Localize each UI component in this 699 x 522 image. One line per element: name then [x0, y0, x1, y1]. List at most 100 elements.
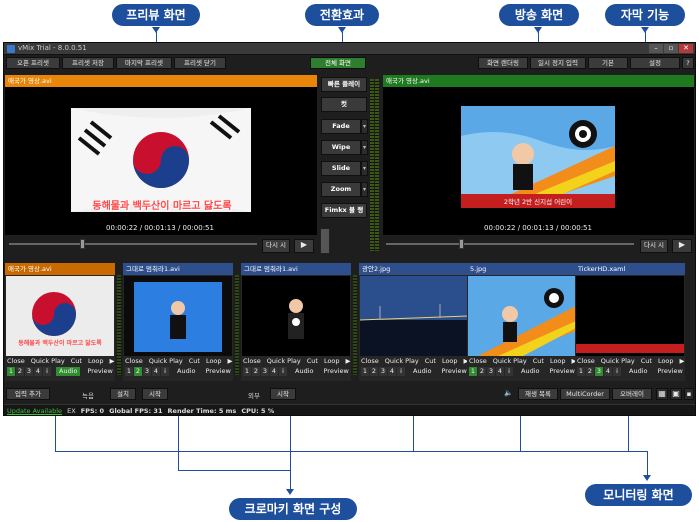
overlay-n4-button[interactable]: 4: [152, 367, 160, 376]
input-6[interactable]: TickerHD.xaml Close Quick Play Cut Loop ▶ 1 2 3…: [575, 263, 685, 381]
close-window-button[interactable]: ✕: [679, 44, 693, 53]
add-input-button[interactable]: 입력 추가: [6, 388, 50, 400]
volume-icon[interactable]: 🔈: [504, 389, 513, 397]
multicorder-button[interactable]: MultiCorder: [560, 388, 610, 400]
overlay-n4-button[interactable]: 4: [604, 367, 612, 376]
audio-button[interactable]: Audio: [292, 367, 316, 376]
quick-play-button[interactable]: Quick Play: [601, 357, 635, 365]
audio-button[interactable]: Audio: [626, 367, 650, 376]
preview-play-button[interactable]: ▶: [294, 239, 314, 253]
preview-seek-track[interactable]: [9, 243, 257, 245]
wipe-dropdown[interactable]: ▾: [361, 140, 368, 155]
cut-button[interactable]: Cut: [641, 357, 652, 365]
update-available-link[interactable]: Update Available: [7, 407, 62, 415]
save-preset-button[interactable]: 프리셋 저장: [62, 57, 114, 69]
input-4[interactable]: 광안2.jpg CloseQuick PlayCutLoop▶1234iAudi…: [359, 263, 469, 381]
overlay-n2-button[interactable]: 2: [370, 367, 378, 376]
overlay-i-button[interactable]: i: [161, 367, 169, 376]
input-2-thumbnail[interactable]: [124, 276, 232, 356]
overlay-n1-button[interactable]: 1: [577, 367, 585, 376]
overlay-n3-button[interactable]: 3: [379, 367, 387, 376]
record-start-button[interactable]: 시작: [142, 388, 168, 400]
overlay-n2-button[interactable]: 2: [16, 367, 24, 376]
record-settings-button[interactable]: 설치: [110, 388, 136, 400]
slide-button[interactable]: Slide: [321, 161, 361, 176]
overlay-n1-button[interactable]: 1: [243, 367, 251, 376]
cut-button[interactable]: Cut: [307, 357, 318, 365]
input-5-thumbnail[interactable]: [468, 276, 576, 356]
input-6-thumbnail[interactable]: [576, 276, 684, 356]
quick-play-button[interactable]: Quick Play: [493, 357, 527, 365]
cut-button[interactable]: Cut: [71, 357, 82, 365]
overlay-n2-button[interactable]: 2: [252, 367, 260, 376]
fullscreen-button[interactable]: 전체 화면: [310, 57, 366, 69]
preview-button[interactable]: Preview: [320, 367, 351, 376]
close-button[interactable]: Close: [125, 357, 143, 365]
overlay-n1-button[interactable]: 1: [361, 367, 369, 376]
overlay-n3-button[interactable]: 3: [487, 367, 495, 376]
slide-dropdown[interactable]: ▾: [361, 161, 368, 176]
overlay-i-button[interactable]: i: [613, 367, 621, 376]
loop-button[interactable]: Loop: [88, 357, 104, 365]
overlay-n1-button[interactable]: 1: [469, 367, 477, 376]
help-button[interactable]: ?: [682, 57, 694, 69]
overlay-i-button[interactable]: i: [43, 367, 51, 376]
output-seek-track[interactable]: [386, 243, 634, 245]
cut-button[interactable]: Cut: [425, 357, 436, 365]
audio-button[interactable]: Audio: [410, 367, 434, 376]
overlay-n3-button[interactable]: 3: [25, 367, 33, 376]
fade-to-black-button[interactable]: Fimkx 블 랭: [321, 203, 367, 218]
zoom-dropdown[interactable]: ▾: [361, 182, 368, 197]
preview-restart-button[interactable]: 다시 시: [262, 239, 290, 253]
overlay-n2-button[interactable]: 2: [478, 367, 486, 376]
loop-button[interactable]: Loop: [442, 357, 458, 365]
overlay-n4-button[interactable]: 4: [496, 367, 504, 376]
input-1-thumbnail[interactable]: 동해물과 백두산이 마르고 닳도록: [6, 276, 114, 356]
quick-play-button[interactable]: Quick Play: [267, 357, 301, 365]
overlay-n1-button[interactable]: 1: [7, 367, 15, 376]
input-4-thumbnail[interactable]: [360, 276, 468, 356]
input-3-thumbnail[interactable]: [242, 276, 350, 356]
external-start-button[interactable]: 시작: [270, 388, 296, 400]
preview-screen[interactable]: 동해물과 백두산이 마르고 닳도록 00:00:22 / 00:01:13 / …: [5, 87, 317, 235]
preview-button[interactable]: Preview: [202, 367, 233, 376]
layout-grid-icon[interactable]: ▦: [656, 388, 668, 400]
play-icon[interactable]: ▶: [228, 357, 233, 365]
overlay-n4-button[interactable]: 4: [34, 367, 42, 376]
quick-play-button[interactable]: Quick Play: [31, 357, 65, 365]
preview-button[interactable]: Preview: [546, 367, 577, 376]
close-button[interactable]: Close: [577, 357, 595, 365]
loop-button[interactable]: Loop: [206, 357, 222, 365]
loop-button[interactable]: Loop: [550, 357, 566, 365]
overlay-n2-button[interactable]: 2: [134, 367, 142, 376]
play-icon[interactable]: ▶: [346, 357, 351, 365]
audio-button[interactable]: Audio: [518, 367, 542, 376]
overlay-n4-button[interactable]: 4: [270, 367, 278, 376]
input-2[interactable]: 그대로 멈춰라1.avi Close Quick Play Cut Loop ▶ 1 2 3 4…: [123, 263, 239, 381]
output-restart-button[interactable]: 다시 시: [640, 239, 668, 253]
playlist-button[interactable]: 재생 목록: [518, 388, 558, 400]
quick-play-button[interactable]: Quick Play: [149, 357, 183, 365]
lock-icon[interactable]: ▪: [684, 388, 694, 400]
overlay-n4-button[interactable]: 4: [388, 367, 396, 376]
loop-button[interactable]: Loop: [658, 357, 674, 365]
overlay-n2-button[interactable]: 2: [586, 367, 594, 376]
close-button[interactable]: Close: [7, 357, 25, 365]
screen-render-button[interactable]: 화면 렌더링: [478, 57, 528, 69]
last-preset-button[interactable]: 마지막 프리셋: [116, 57, 172, 69]
close-button[interactable]: Close: [361, 357, 379, 365]
fade-dropdown[interactable]: ▾: [361, 119, 368, 134]
preview-button[interactable]: Preview: [654, 367, 685, 376]
snapshot-icon[interactable]: ▣: [670, 388, 682, 400]
play-icon[interactable]: ▶: [680, 357, 685, 365]
quick-play-button[interactable]: Quick Play: [385, 357, 419, 365]
overlay-i-button[interactable]: i: [279, 367, 287, 376]
cut-button[interactable]: 컷: [321, 97, 367, 112]
basic-button[interactable]: 기본: [588, 57, 628, 69]
wipe-button[interactable]: Wipe: [321, 140, 361, 155]
close-button[interactable]: Close: [469, 357, 487, 365]
settings-button[interactable]: 설정: [630, 57, 680, 69]
open-preset-button[interactable]: 오픈 프리셋: [6, 57, 60, 69]
overlay-i-button[interactable]: i: [505, 367, 513, 376]
loop-button[interactable]: Loop: [324, 357, 340, 365]
